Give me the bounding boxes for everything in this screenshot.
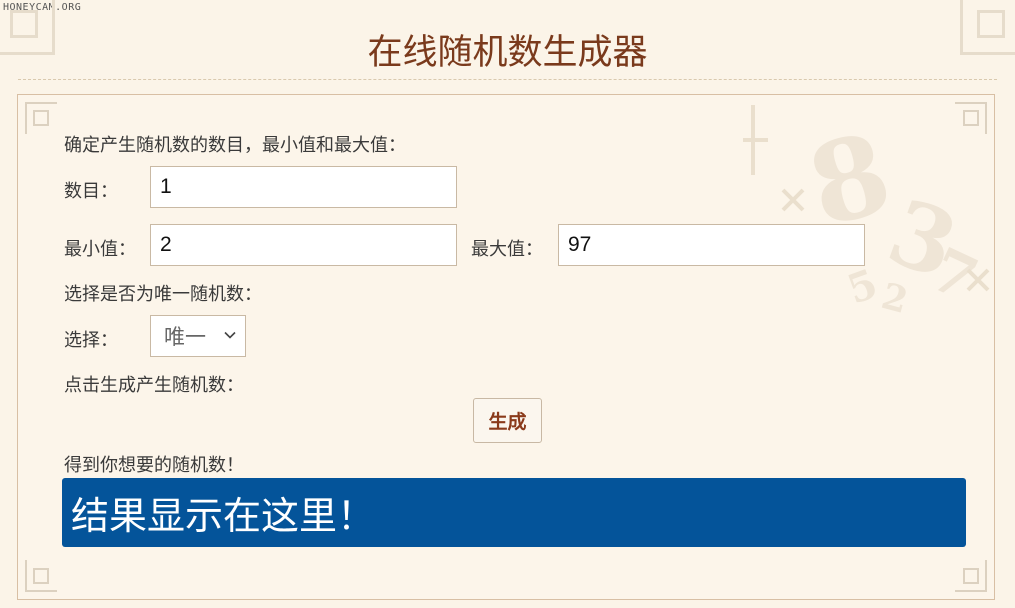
panel-corner-ornament (25, 560, 57, 592)
bg-digit: 2 (877, 275, 912, 322)
intro-text: 确定产生随机数的数目，最小值和最大值： (64, 135, 406, 156)
result-text: 结果显示在这里！ (71, 494, 376, 538)
bg-digit: 5 (841, 260, 883, 314)
background-numbers-decoration: 8 3 7 5 2 (743, 105, 990, 322)
generate-prompt: 点击生成产生随机数： (64, 375, 244, 396)
panel-corner-ornament (955, 560, 987, 592)
min-label: 最小值： (64, 239, 136, 260)
max-label: 最大值： (471, 239, 543, 260)
generator-panel: 8 3 7 5 2 确定产生随机数的数目，最小值和最大值： 数目： 1 最小值：… (17, 94, 995, 600)
count-label: 数目： (64, 181, 118, 202)
generate-button[interactable]: 生成 (473, 398, 542, 443)
max-input[interactable]: 97 (558, 224, 865, 266)
select-label: 选择： (64, 330, 118, 351)
result-prompt: 得到你想要的随机数！ (64, 455, 244, 476)
count-input[interactable]: 1 (150, 166, 457, 208)
select-value: 唯一 (164, 325, 206, 349)
title-divider (18, 79, 997, 80)
min-input[interactable]: 2 (150, 224, 457, 266)
unique-prompt: 选择是否为唯一随机数： (64, 284, 262, 305)
result-display: 结果显示在这里！ (62, 478, 966, 547)
chevron-down-icon (224, 331, 236, 339)
unique-select[interactable]: 唯一 (150, 315, 246, 357)
panel-corner-ornament (25, 102, 57, 134)
page-title: 在线随机数生成器 (367, 33, 648, 73)
